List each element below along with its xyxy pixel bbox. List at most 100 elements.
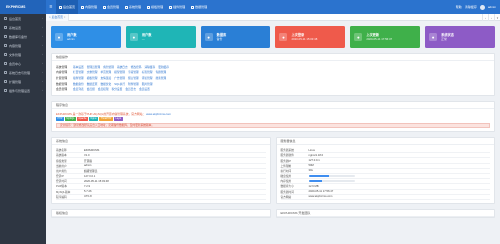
quick-link[interactable]: 系统日志 (117, 65, 128, 69)
quick-link[interactable]: 会员日志 (125, 87, 136, 91)
quick-link[interactable]: 数据优化 (101, 82, 112, 86)
quick-link[interactable]: 模型管理 (114, 70, 125, 74)
sidebar-item-3[interactable]: 内容管理 ‹ (0, 41, 46, 50)
sidebar-item-8[interactable]: 插件与管理设置 ‹ (0, 86, 46, 95)
quick-link[interactable]: 栏目管理 (73, 70, 84, 74)
menu-icon (4, 71, 7, 74)
card-text: 用户数 — (142, 33, 152, 42)
quick-link[interactable]: 标签管理 (142, 70, 153, 74)
home-icon: ⌂ (49, 15, 51, 19)
topnav-item-2[interactable]: 会员管理 (100, 0, 122, 14)
sidebar-item-label: 扩展管理 (9, 79, 22, 84)
help-link[interactable]: 帮助 (456, 5, 462, 9)
tab-home[interactable]: ⌂ 后台首页 × (46, 13, 70, 21)
quick-link[interactable]: 专题管理 (156, 70, 167, 74)
quick-link[interactable]: 会员列表 (73, 87, 84, 91)
quick-link[interactable]: 更新缓存 (158, 65, 169, 69)
quick-link[interactable]: 管理员管理 (87, 65, 100, 69)
sidebar-item-0[interactable]: 后台首页 ‹ (0, 14, 46, 23)
chevron-left-icon: ‹ (42, 26, 43, 29)
chevron-down-icon[interactable]: ▾ (494, 14, 500, 21)
bottom-panels: 版权信息 EKPHRCMS 开发团队 (51, 208, 495, 218)
info-key: 上传限制 (280, 164, 292, 168)
close-icon[interactable]: × (64, 16, 66, 19)
quick-link[interactable]: 附件管理 (128, 82, 139, 86)
menu-icon (4, 35, 7, 38)
quick-link[interactable]: 数据备份 (73, 82, 84, 86)
hamburger-icon[interactable]: ≡ (46, 0, 56, 14)
stat-card[interactable]: ● 数据库 备份 (200, 26, 271, 48)
quick-link[interactable]: 会员设置 (139, 87, 150, 91)
main-content: ● 用户数 admin ● 用户数 — ● 数据库 备份 ● 上次登录 2020-05-11 15:0… (46, 21, 500, 244)
quick-link[interactable]: 友情链接 (101, 76, 112, 80)
refresh-icon: ● (354, 33, 363, 41)
chevron-left-icon: ‹ (42, 89, 43, 92)
quick-link[interactable]: 评论管理 (142, 76, 153, 80)
quick-link[interactable]: 修改密码 (131, 65, 142, 69)
quick-link[interactable]: 数据还原 (87, 82, 98, 86)
quick-link[interactable]: 模板管理 (87, 76, 98, 80)
quick-row-label: 系统管理 (56, 64, 68, 69)
menu-icon (4, 44, 7, 47)
info-value: 超级管理员 (84, 169, 98, 173)
info-key: 当前用户 (56, 164, 67, 168)
sidebar-item-1[interactable]: 系统设置 ‹ (0, 23, 46, 32)
info-value: UTF-8 (84, 195, 92, 199)
quick-link[interactable]: 清除缓存 (144, 65, 155, 69)
username-label[interactable]: admin (488, 5, 496, 9)
topnav-item-3[interactable]: 系统管理 (122, 0, 144, 14)
tech-badge: Apache (76, 117, 89, 122)
sidebar-item-2[interactable]: 数据库与备份 ‹ (0, 32, 46, 41)
quick-link[interactable]: SQL执行 (114, 82, 125, 86)
menu-icon (4, 62, 7, 65)
info-key: 磁盘使用 (280, 175, 292, 179)
official-site-link[interactable]: www.ekphrcms.com (146, 112, 171, 116)
stat-card[interactable]: ● 用户数 admin (51, 26, 121, 48)
server-info-table: 服务器系统 Linux 服务器软件 nginx/1.18.0 服务器IP 127.0.0.… (277, 145, 495, 203)
info-value: 2020-05-11 17:56:47 (308, 190, 334, 194)
info-columns: 系统信息 系统名称 EKPHRCMS 系统版本 V1.0 授权类型 开源版 当前用户 admi… (51, 137, 495, 204)
quick-link[interactable]: 会员组 (87, 87, 95, 91)
stat-card[interactable]: ● 上次更新 2020-05-11 17:56:47 (350, 26, 421, 48)
quick-link[interactable]: 图片管理 (142, 82, 153, 86)
sidebar-item-6[interactable]: 系统日志与管理 ‹ (0, 68, 46, 77)
quick-link[interactable]: 基本设置 (73, 65, 84, 69)
topnav-item-5[interactable]: 插件管理 (166, 0, 188, 14)
topnav-item-0[interactable]: 后台首页 (56, 0, 79, 14)
stat-card[interactable]: ● 上次登录 2020-05-11 15:03:48 (275, 26, 346, 48)
sidebar: 后台首页 ‹ 系统设置 ‹ 数据库与备份 ‹ 内容管理 ‹ 文件管理 ‹ 会员中心 ‹ 系统日志与管理 ‹… (0, 14, 46, 244)
info-key: 登录时间 (56, 180, 67, 184)
brand-logo[interactable]: EKPHRCMS (0, 0, 46, 14)
sidebar-item-7[interactable]: 扩展管理 ‹ (0, 77, 46, 86)
quick-link[interactable]: 字段管理 (128, 70, 139, 74)
topnav-item-1[interactable]: 内容管理 (78, 0, 100, 14)
menu-icon (147, 5, 151, 9)
system-info-table: 系统名称 EKPHRCMS 系统版本 V1.0 授权类型 开源版 当前用户 admin 用户角色… (52, 145, 270, 203)
stat-card[interactable]: ● 用户数 — (125, 26, 196, 48)
sidebar-item-5[interactable]: 会员中心 ‹ (0, 59, 46, 68)
user-icon: ● (55, 33, 63, 41)
sidebar-item-label: 内容管理 (9, 43, 22, 48)
sidebar-item-label: 系统日志与管理 (9, 70, 31, 75)
quick-link[interactable]: 文章管理 (87, 70, 98, 74)
topnav-item-6[interactable]: 数据管理 (188, 0, 210, 14)
tech-badge: Layui (113, 117, 123, 122)
sidebar-item-4[interactable]: 文件管理 ‹ (0, 50, 46, 59)
quick-link[interactable]: 留言管理 (128, 76, 139, 80)
quick-link[interactable]: 角色管理 (103, 65, 114, 69)
quick-link[interactable]: 积分设置 (112, 87, 123, 91)
topnav-item-4[interactable]: 模板管理 (144, 0, 166, 14)
avatar[interactable] (479, 4, 485, 10)
topnav-label: 模板管理 (151, 5, 164, 9)
quick-link[interactable]: 会员权限 (98, 87, 109, 91)
system-info-panel: 系统信息 系统名称 EKPHRCMS 系统版本 V1.0 授权类型 开源版 当前用户 admi… (51, 137, 271, 204)
quick-link[interactable]: 单页管理 (101, 70, 112, 74)
quick-link[interactable]: 广告管理 (114, 76, 125, 80)
quick-link[interactable]: 插件管理 (73, 76, 84, 80)
info-key: PHP版本 (56, 185, 67, 189)
quick-link[interactable]: 搜索管理 (156, 76, 167, 80)
info-value: 7.2.9 (84, 184, 90, 188)
stat-card[interactable]: ● 系统状态 正常 (425, 26, 495, 48)
clear-cache-link[interactable]: 清除缓存 (465, 5, 477, 9)
usage-progress-fill (308, 175, 330, 178)
